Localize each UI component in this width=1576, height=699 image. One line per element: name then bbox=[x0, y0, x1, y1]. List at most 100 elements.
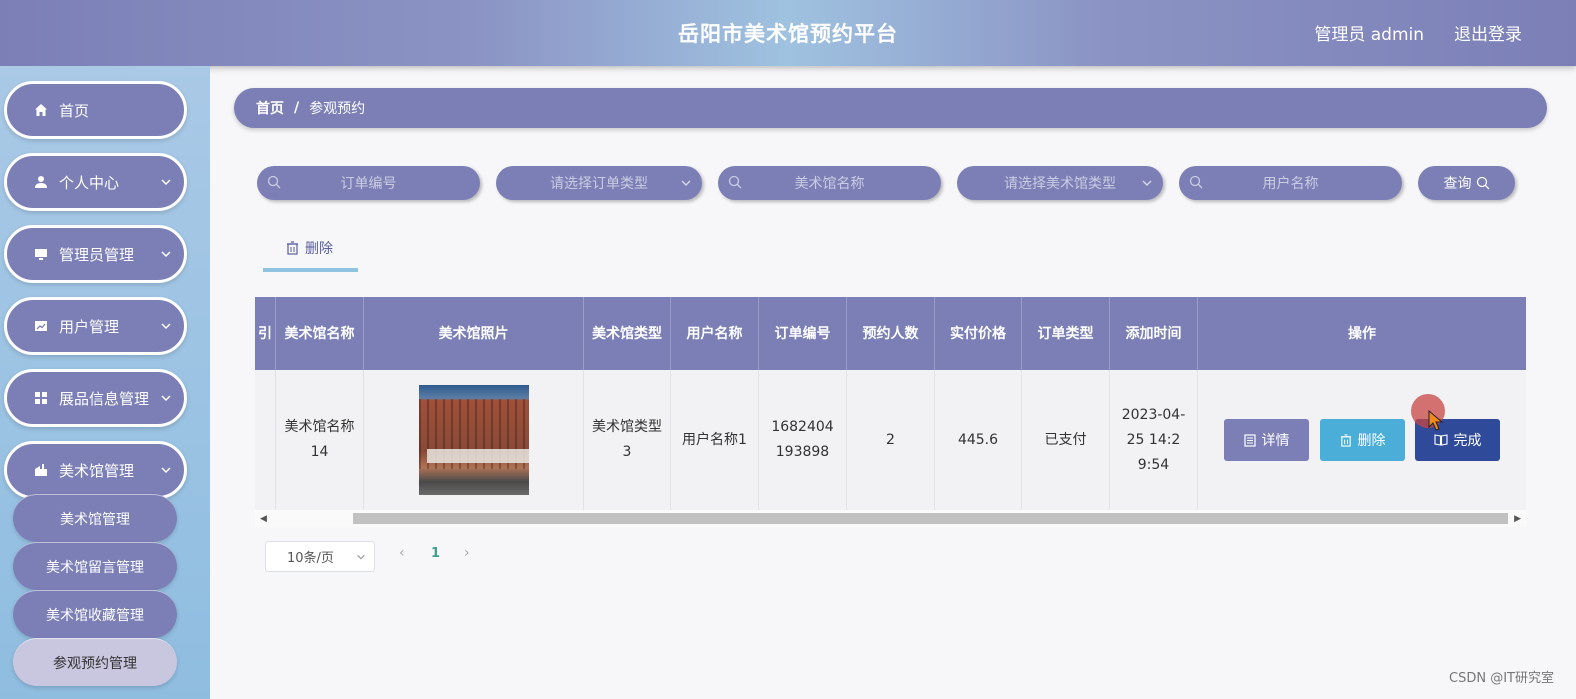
bulk-delete-button[interactable]: 删除 bbox=[286, 238, 333, 258]
sidebar-item-admins[interactable]: 管理员管理 bbox=[4, 225, 187, 283]
sidebar-item-users[interactable]: 用户管理 bbox=[4, 297, 187, 355]
logout-link[interactable]: 退出登录 bbox=[1454, 20, 1522, 45]
cell-order-type: 已支付 bbox=[1022, 370, 1110, 510]
submenu-museum-favorites[interactable]: 美术馆收藏管理 bbox=[13, 590, 177, 638]
museum-name-input[interactable]: 美术馆名称 bbox=[718, 166, 941, 200]
sidebar-item-label: 管理员管理 bbox=[59, 245, 135, 264]
col-header-order-type: 订单类型 bbox=[1022, 297, 1110, 370]
cell-add-time: 2023-04-25 14:29:54 bbox=[1110, 370, 1198, 510]
museum-name-placeholder: 美术馆名称 bbox=[794, 176, 865, 192]
order-type-placeholder: 请选择订单类型 bbox=[550, 176, 648, 192]
chevron-down-icon bbox=[161, 395, 171, 402]
cell-user-name: 用户名称1 bbox=[671, 370, 759, 510]
chevron-down-icon bbox=[161, 179, 171, 186]
submenu-visit-reservations[interactable]: 参观预约管理 bbox=[13, 638, 177, 686]
cell-museum-type: 美术馆类型3 bbox=[584, 370, 671, 510]
scroll-right-icon[interactable]: ▶ bbox=[1514, 514, 1521, 524]
col-header-museum-name: 美术馆名称 bbox=[276, 297, 364, 370]
col-header-actions: 操作 bbox=[1348, 325, 1376, 342]
user-icon bbox=[33, 174, 49, 190]
order-no-input[interactable]: 订单编号 bbox=[257, 166, 480, 200]
document-icon bbox=[1243, 433, 1256, 447]
book-icon bbox=[1433, 434, 1448, 446]
cell-photo bbox=[364, 370, 584, 510]
col-header-partial: 引 bbox=[255, 297, 276, 370]
trash-icon bbox=[1340, 433, 1351, 447]
scroll-left-icon[interactable]: ◀ bbox=[260, 514, 267, 524]
page-size-select[interactable]: 10条/页 bbox=[265, 541, 375, 572]
prev-page-button[interactable]: ‹ bbox=[399, 545, 405, 561]
order-no-placeholder: 订单编号 bbox=[340, 176, 397, 192]
sidebar-item-exhibits[interactable]: 展品信息管理 bbox=[4, 369, 187, 427]
col-header-people: 预约人数 bbox=[847, 297, 935, 370]
col-header-add-time: 添加时间 bbox=[1110, 297, 1198, 370]
breadcrumb-home[interactable]: 首页 bbox=[256, 98, 284, 118]
tab-underline bbox=[263, 268, 358, 272]
col-header-photo: 美术馆照片 bbox=[364, 297, 584, 370]
watermark: CSDN @IT研究室 bbox=[1449, 671, 1554, 686]
chevron-down-icon bbox=[357, 554, 365, 560]
sidebar: 首页 个人中心 管理员管理 用户管理 展品信息管理 美术馆管理 美术馆管理 美术… bbox=[0, 66, 210, 699]
page-number-current[interactable]: 1 bbox=[431, 546, 440, 561]
museum-photo[interactable] bbox=[418, 385, 529, 495]
delete-label: 删除 bbox=[1357, 433, 1386, 449]
col-header-order-no: 订单编号 bbox=[759, 297, 847, 370]
breadcrumb-current: 参观预约 bbox=[309, 101, 366, 117]
col-header-museum-type: 美术馆类型 bbox=[584, 297, 671, 370]
trash-icon bbox=[287, 241, 298, 255]
building-icon bbox=[33, 462, 49, 478]
col-header-user-name: 用户名称 bbox=[671, 297, 759, 370]
sidebar-item-label: 首页 bbox=[59, 101, 90, 120]
chevron-down-icon bbox=[681, 180, 691, 186]
museum-type-placeholder: 请选择美术馆类型 bbox=[1004, 176, 1116, 192]
chevron-down-icon bbox=[161, 251, 171, 258]
cell-order-no: 1682404193898 bbox=[759, 370, 847, 510]
detail-label: 详情 bbox=[1261, 433, 1290, 449]
search-icon bbox=[728, 175, 742, 189]
monitor-icon bbox=[33, 246, 49, 262]
query-button[interactable]: 查询 bbox=[1418, 166, 1515, 200]
sidebar-item-label: 用户管理 bbox=[59, 317, 120, 336]
sidebar-item-label: 展品信息管理 bbox=[59, 389, 150, 408]
user-name-input[interactable]: 用户名称 bbox=[1179, 166, 1402, 200]
col-header-price: 实付价格 bbox=[935, 297, 1022, 370]
submenu-museum-messages[interactable]: 美术馆留言管理 bbox=[13, 542, 177, 590]
detail-button[interactable]: 详情 bbox=[1224, 419, 1309, 461]
breadcrumb-separator: / bbox=[294, 100, 300, 116]
cell-partial bbox=[255, 370, 276, 510]
search-icon bbox=[1189, 175, 1203, 189]
cell-price: 445.6 bbox=[935, 370, 1022, 510]
top-header: 岳阳市美术馆预约平台 管理员 admin 退出登录 bbox=[0, 0, 1576, 66]
sidebar-item-label: 美术馆管理 bbox=[59, 461, 135, 480]
sidebar-item-museums[interactable]: 美术馆管理 bbox=[4, 441, 187, 499]
reservation-table: 引 美术馆名称 美术馆照片 美术馆类型 用户名称 订单编号 预约人数 实付价格 … bbox=[255, 297, 1526, 527]
chevron-down-icon bbox=[161, 323, 171, 330]
cell-people: 2 bbox=[847, 370, 935, 510]
submenu-museum-manage[interactable]: 美术馆管理 bbox=[13, 494, 177, 542]
mouse-cursor-icon bbox=[1428, 410, 1444, 431]
query-label: 查询 bbox=[1443, 176, 1472, 192]
scrollbar-thumb[interactable] bbox=[353, 513, 1508, 524]
search-icon bbox=[267, 175, 281, 189]
sidebar-item-label: 个人中心 bbox=[59, 173, 120, 192]
bulk-delete-label: 删除 bbox=[305, 241, 333, 257]
next-page-button[interactable]: › bbox=[464, 545, 470, 561]
home-icon bbox=[33, 102, 49, 118]
page-size-label: 10条/页 bbox=[287, 551, 334, 566]
delete-button[interactable]: 删除 bbox=[1320, 419, 1405, 461]
grid-icon bbox=[33, 390, 49, 406]
table-header: 引 美术馆名称 美术馆照片 美术馆类型 用户名称 订单编号 预约人数 实付价格 … bbox=[255, 297, 1526, 370]
sidebar-item-profile[interactable]: 个人中心 bbox=[4, 153, 187, 211]
search-icon bbox=[1476, 176, 1489, 190]
user-name-placeholder: 用户名称 bbox=[1262, 176, 1319, 192]
sidebar-item-home[interactable]: 首页 bbox=[4, 81, 187, 139]
complete-label: 完成 bbox=[1453, 433, 1482, 449]
horizontal-scrollbar[interactable]: ◀ ▶ bbox=[255, 510, 1526, 527]
breadcrumb: 首页 / 参观预约 bbox=[234, 88, 1547, 128]
chevron-down-icon bbox=[161, 467, 171, 474]
museum-type-select[interactable]: 请选择美术馆类型 bbox=[957, 166, 1163, 200]
cell-museum-name: 美术馆名称14 bbox=[276, 370, 364, 510]
admin-label: 管理员 admin bbox=[1314, 25, 1424, 45]
order-type-select[interactable]: 请选择订单类型 bbox=[496, 166, 702, 200]
chevron-down-icon bbox=[1142, 180, 1152, 186]
